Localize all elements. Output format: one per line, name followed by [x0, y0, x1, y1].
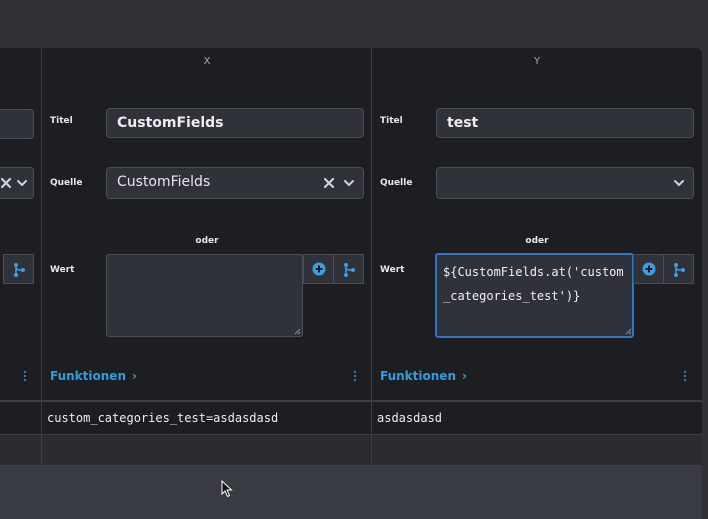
titel-input[interactable]: test [436, 108, 694, 138]
result-cell-x: custom_categories_test=asdasdasd [47, 411, 279, 425]
chevron-down-icon[interactable] [16, 177, 28, 189]
branch-button[interactable] [3, 254, 34, 284]
quelle-label: Quelle [380, 178, 413, 188]
branch-icon [14, 263, 25, 277]
mapping-panel: X Titel CustomFields Quelle CustomFields… [0, 48, 702, 519]
branch-icon [674, 263, 685, 277]
quelle-select[interactable] [436, 167, 694, 199]
funktionen-label: Funktionen [380, 369, 456, 383]
table-row [0, 466, 702, 519]
add-button[interactable] [633, 254, 664, 284]
oder-label: oder [195, 236, 219, 246]
add-button[interactable] [303, 254, 334, 284]
table-row [0, 435, 702, 465]
wert-textarea[interactable] [106, 254, 303, 337]
branch-button[interactable] [663, 254, 694, 284]
quelle-select[interactable]: CustomFields [106, 167, 364, 199]
column-divider [41, 400, 42, 519]
resize-handle-icon[interactable] [294, 328, 301, 335]
titel-input[interactable]: CustomFields [106, 108, 364, 138]
more-options-icon[interactable] [23, 371, 27, 383]
result-cell-y: asdasdasd [377, 411, 443, 425]
column-header-y: Y [533, 56, 541, 67]
quelle-label: Quelle [50, 178, 83, 188]
chevron-down-icon[interactable] [673, 177, 685, 189]
plus-circle-icon [312, 262, 326, 276]
titel-label: Titel [380, 116, 403, 126]
table-row: custom_categories_test=asdasdasd asdasda… [0, 402, 702, 434]
branch-button[interactable] [333, 254, 364, 284]
oder-label: oder [525, 236, 549, 246]
chevron-right-icon: › [461, 369, 467, 383]
clear-icon[interactable] [323, 177, 335, 189]
quelle-selected-value: CustomFields [117, 174, 211, 190]
chevron-down-icon[interactable] [343, 177, 355, 189]
clear-icon[interactable] [0, 177, 12, 189]
plus-circle-icon [642, 262, 656, 276]
wert-label: Wert [380, 265, 405, 275]
more-options-icon[interactable] [353, 371, 357, 383]
resize-handle-icon[interactable] [625, 328, 632, 335]
wert-textarea[interactable]: ${CustomFields.at('custom_categories_tes… [435, 253, 634, 338]
quelle-select-partial[interactable] [0, 167, 34, 199]
wert-label: Wert [50, 265, 75, 275]
funktionen-label: Funktionen [50, 369, 126, 383]
titel-label: Titel [50, 116, 73, 126]
top-bar [0, 0, 708, 48]
chevron-right-icon: › [131, 369, 137, 383]
column-header-x: X [203, 56, 211, 67]
funktionen-link[interactable]: Funktionen › [50, 369, 137, 383]
titel-input-partial[interactable] [0, 109, 34, 139]
mouse-cursor-icon [221, 480, 233, 498]
funktionen-link[interactable]: Funktionen › [380, 369, 467, 383]
column-divider [371, 400, 372, 519]
branch-icon [344, 263, 355, 277]
more-options-icon[interactable] [683, 371, 687, 383]
